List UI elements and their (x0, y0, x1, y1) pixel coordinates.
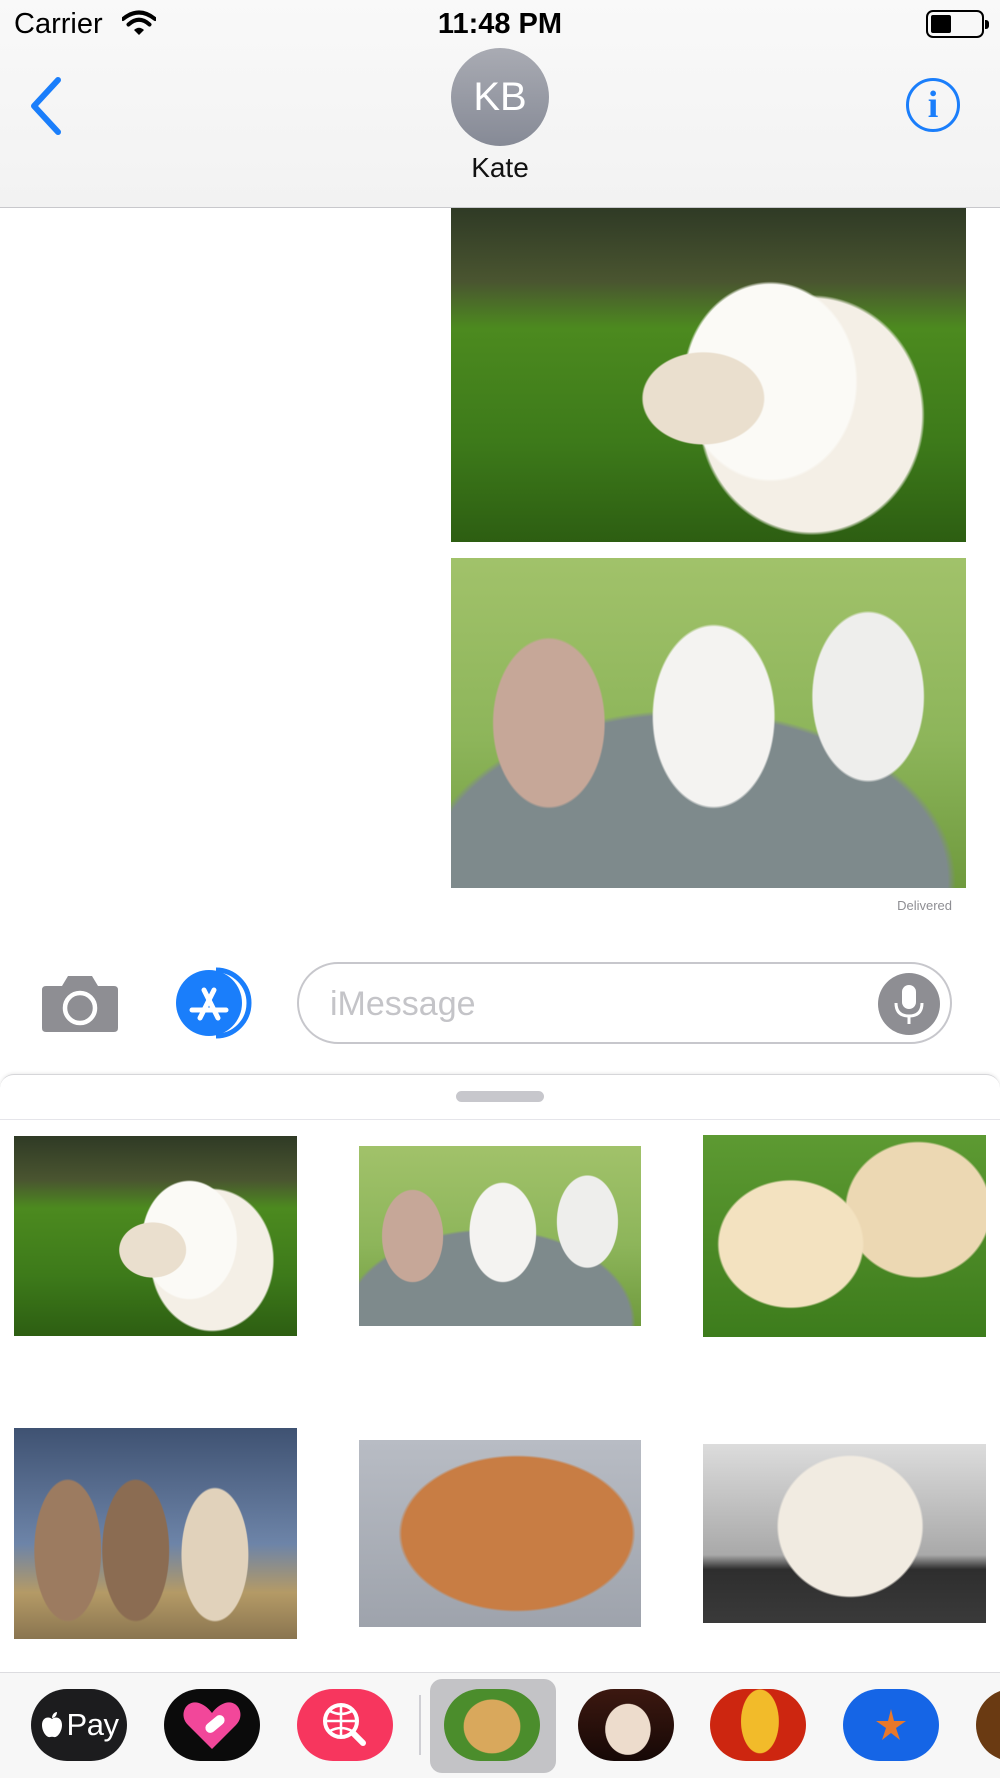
message-photo-white-puppy[interactable] (451, 208, 966, 542)
contact-avatar[interactable]: KB (451, 48, 549, 146)
message-input[interactable]: iMessage (297, 962, 952, 1044)
flower-stickers-app[interactable] (710, 1689, 806, 1761)
contact-name[interactable]: Kate (0, 152, 1000, 184)
info-button[interactable]: i (906, 78, 960, 132)
starfish-icon (876, 1709, 906, 1740)
heart-icon (183, 1702, 241, 1749)
globe-search-icon (323, 1703, 366, 1746)
app-store-icon[interactable] (170, 966, 256, 1040)
message-input-placeholder: iMessage (330, 985, 476, 1023)
gallery-item-puppies-in-bucket[interactable] (359, 1146, 641, 1326)
kitten-stickers-app[interactable] (578, 1689, 674, 1761)
gallery-item-sleeping-mastiff[interactable] (359, 1440, 641, 1627)
starfish-stickers-app[interactable] (843, 1689, 939, 1761)
message-photo-puppies-in-bucket[interactable] (451, 558, 966, 888)
gallery-item-husky-puppies[interactable] (14, 1428, 297, 1639)
drawer-divider (0, 1119, 1000, 1120)
battery-icon (926, 10, 989, 38)
conversation-header: Carrier 11:48 PM KB Kate i (0, 0, 1000, 208)
status-time: 11:48 PM (437, 8, 563, 40)
gallery-item-white-puppy[interactable] (14, 1136, 297, 1336)
apple-logo-icon (41, 1712, 62, 1738)
microphone-icon (894, 985, 924, 1024)
camera-icon[interactable] (40, 972, 120, 1034)
image-search-app[interactable] (297, 1689, 393, 1761)
drawer-grabber-handle[interactable] (456, 1091, 544, 1102)
more-sticker-app[interactable] (976, 1689, 1000, 1761)
gallery-item-puppy-on-fence[interactable] (703, 1444, 986, 1623)
puppy-stickers-app[interactable] (444, 1689, 540, 1761)
delivered-status: Delivered (897, 898, 952, 913)
app-strip: Pay (0, 1672, 1000, 1778)
apple-pay-app[interactable]: Pay (31, 1689, 127, 1761)
strip-separator (419, 1695, 421, 1755)
gallery-item-golden-puppies[interactable] (703, 1135, 986, 1337)
heart-stickers-app[interactable] (164, 1689, 260, 1761)
back-chevron-icon[interactable] (24, 74, 68, 138)
microphone-button[interactable] (878, 973, 940, 1035)
apple-pay-label: Pay (66, 1707, 119, 1742)
